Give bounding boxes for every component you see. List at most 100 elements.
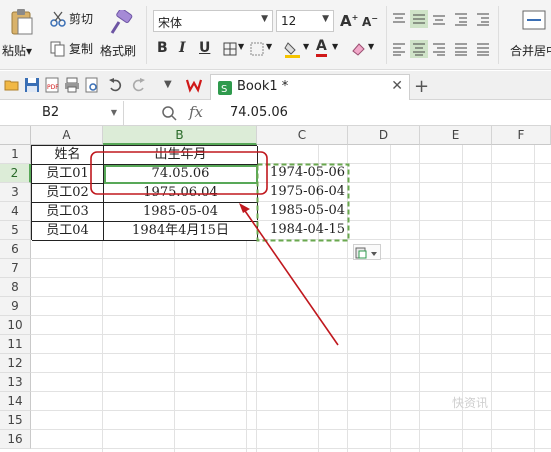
data-table: 姓名 出生年月 员工01 74.05.06 员工02 1975.06.04 员工… xyxy=(31,145,258,241)
table-cell[interactable]: 员工01 xyxy=(32,165,104,184)
row-header[interactable]: 16 xyxy=(0,430,31,449)
row-header[interactable]: 14 xyxy=(0,392,31,411)
table-cell[interactable]: 员工02 xyxy=(32,184,104,203)
column-header-b[interactable]: B xyxy=(103,126,257,145)
bold-button[interactable]: B xyxy=(157,40,168,56)
close-icon[interactable]: ✕ xyxy=(391,78,403,94)
select-all-corner[interactable] xyxy=(0,126,31,145)
underline-button[interactable]: U xyxy=(199,40,210,56)
new-tab-icon[interactable]: + xyxy=(414,76,429,97)
print-icon[interactable] xyxy=(64,77,80,93)
formula-input[interactable]: 74.05.06 xyxy=(230,105,288,120)
zoom-search-icon[interactable] xyxy=(161,105,177,121)
ribbon-divider xyxy=(386,6,387,64)
font-size-select[interactable]: 12 ▼ xyxy=(276,10,334,32)
table-cell-selected[interactable]: 74.05.06 xyxy=(104,165,258,184)
tab-title: Book1 * xyxy=(237,79,289,94)
column-header-a[interactable]: A xyxy=(31,126,103,145)
distributed-icon[interactable] xyxy=(476,42,490,56)
chevron-down-icon[interactable]: ▼ xyxy=(368,42,374,51)
clear-format-icon[interactable] xyxy=(350,41,366,57)
row-header[interactable]: 2 xyxy=(0,164,31,183)
save-icon[interactable] xyxy=(24,77,40,93)
open-folder-icon[interactable] xyxy=(4,77,20,93)
copy-button[interactable]: 复制 xyxy=(50,40,93,57)
row-header[interactable]: 3 xyxy=(0,183,31,202)
table-header-cell[interactable]: 姓名 xyxy=(32,146,104,165)
fill-color-icon[interactable] xyxy=(284,40,302,58)
column-header-c[interactable]: C xyxy=(257,126,348,145)
column-header-f[interactable]: F xyxy=(492,126,551,145)
decrease-font-size-icon[interactable]: A− xyxy=(362,14,378,29)
print-preview-icon[interactable] xyxy=(84,77,100,93)
svg-text:S: S xyxy=(221,84,227,95)
row-header[interactable]: 5 xyxy=(0,221,31,240)
cell-style-icon[interactable] xyxy=(250,42,264,56)
table-cell[interactable]: 1974-05-06 xyxy=(257,164,348,183)
copy-icon xyxy=(50,41,65,56)
row-header[interactable]: 15 xyxy=(0,411,31,430)
chevron-down-icon[interactable]: ▼ xyxy=(238,42,244,51)
wrap-text-icon[interactable] xyxy=(454,12,468,26)
chevron-down-icon[interactable]: ▼ xyxy=(303,42,309,51)
watermark-text: 快资讯 xyxy=(452,396,489,410)
chevron-down-icon[interactable]: ▼ xyxy=(332,42,338,51)
justify-icon[interactable] xyxy=(454,42,468,56)
quick-access-bar: PDF ▼ S Book1 * ✕ + xyxy=(0,71,551,100)
column-header-d[interactable]: D xyxy=(348,126,420,145)
row-header[interactable]: 8 xyxy=(0,278,31,297)
align-middle-icon[interactable] xyxy=(410,10,428,28)
row-header[interactable]: 10 xyxy=(0,316,31,335)
align-center-icon[interactable] xyxy=(410,40,428,58)
merge-center-label: 合并居中 xyxy=(510,44,551,58)
formula-bar: B2 ▼ fx 74.05.06 xyxy=(0,101,551,126)
format-painter-label: 格式刷 xyxy=(100,44,137,58)
align-top-icon[interactable] xyxy=(392,12,406,26)
row-header[interactable]: 12 xyxy=(0,354,31,373)
name-box[interactable]: B2 ▼ xyxy=(0,101,124,125)
ribbon-divider xyxy=(146,6,147,64)
undo-icon[interactable] xyxy=(108,77,124,93)
cut-button[interactable]: 剪切 xyxy=(50,10,93,27)
copy-label: 复制 xyxy=(69,42,94,56)
align-bottom-icon[interactable] xyxy=(432,12,446,26)
ribbon-divider xyxy=(498,6,499,64)
italic-button[interactable]: I xyxy=(179,40,186,56)
column-header-e[interactable]: E xyxy=(420,126,492,145)
table-cell[interactable]: 员工03 xyxy=(32,203,104,222)
increase-font-size-icon[interactable]: A+ xyxy=(340,12,358,30)
table-header-cell[interactable]: 出生年月 xyxy=(104,146,258,165)
redo-icon[interactable] xyxy=(130,77,146,93)
table-cell[interactable]: 1984年4月15日 xyxy=(104,222,258,241)
table-cell[interactable]: 1975-06-04 xyxy=(257,183,348,202)
row-header[interactable]: 11 xyxy=(0,335,31,354)
format-painter-icon xyxy=(110,10,133,34)
ribbon-toolbar: 粘贴▾ 剪切 复制 格式刷 宋体 ▼ 12 ▼ A+ A− B I U ▼ ▼ … xyxy=(0,0,551,70)
chevron-down-icon[interactable]: ▼ xyxy=(266,42,272,51)
font-name-select[interactable]: 宋体 ▼ xyxy=(153,10,273,32)
font-color-icon[interactable]: A xyxy=(316,38,327,57)
row-header[interactable]: 9 xyxy=(0,297,31,316)
export-pdf-icon[interactable]: PDF xyxy=(44,77,60,93)
chevron-down-icon: ▼ xyxy=(110,108,117,117)
row-header[interactable]: 6 xyxy=(0,240,31,259)
tab-book1[interactable]: S Book1 * ✕ xyxy=(210,74,410,100)
align-right-icon[interactable] xyxy=(432,42,446,56)
paste-options-icon xyxy=(355,247,377,259)
row-header[interactable]: 13 xyxy=(0,373,31,392)
indent-icon[interactable] xyxy=(476,12,490,26)
table-cell[interactable]: 1975.06.04 xyxy=(104,184,258,203)
borders-icon[interactable] xyxy=(223,42,237,56)
cut-label: 剪切 xyxy=(69,12,94,26)
table-cell[interactable]: 1984-04-15 xyxy=(257,221,348,240)
row-header[interactable]: 4 xyxy=(0,202,31,221)
row-header[interactable]: 1 xyxy=(0,145,31,164)
table-cell[interactable]: 1985-05-04 xyxy=(257,202,348,221)
row-header[interactable]: 7 xyxy=(0,259,31,278)
chevron-down-icon[interactable]: ▼ xyxy=(164,79,180,95)
table-cell[interactable]: 员工04 xyxy=(32,222,104,241)
fx-icon[interactable]: fx xyxy=(189,103,203,121)
table-cell[interactable]: 1985-05-04 xyxy=(104,203,258,222)
align-left-icon[interactable] xyxy=(392,42,406,56)
paste-options-button[interactable] xyxy=(353,244,381,260)
